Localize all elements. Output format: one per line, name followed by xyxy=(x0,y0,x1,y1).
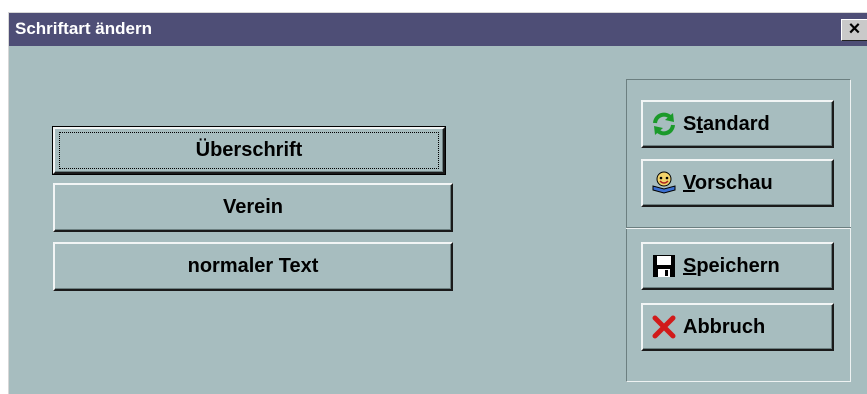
club-font-label: Verein xyxy=(222,196,284,218)
preview-icon xyxy=(651,170,677,196)
save-button[interactable]: Speichern xyxy=(641,242,834,290)
cancel-icon xyxy=(651,314,677,340)
normal-text-font-label: normaler Text xyxy=(187,255,319,277)
save-label: Speichern xyxy=(683,254,780,277)
focus-ring xyxy=(59,132,439,169)
refresh-icon xyxy=(651,111,677,137)
cancel-label: Abbruch xyxy=(683,315,766,338)
normal-text-font-button[interactable]: normaler Text xyxy=(53,242,453,291)
club-font-button[interactable]: Verein xyxy=(53,183,453,232)
heading-font-button[interactable]: Überschrift xyxy=(52,126,446,175)
close-button[interactable]: × xyxy=(841,19,867,41)
window-title: Schriftart ändern xyxy=(15,19,152,38)
standard-label: Standard xyxy=(683,112,770,135)
group-divider xyxy=(626,227,851,229)
font-dialog: Schriftart ändern × Überschrift Verein n… xyxy=(8,12,867,394)
standard-button[interactable]: Standard xyxy=(641,100,834,148)
save-icon xyxy=(651,253,677,279)
preview-button[interactable]: Vorschau xyxy=(641,159,834,207)
cancel-button[interactable]: Abbruch xyxy=(641,303,834,351)
preview-label: Vorschau xyxy=(683,171,773,194)
title-bar: Schriftart ändern × xyxy=(9,13,867,46)
